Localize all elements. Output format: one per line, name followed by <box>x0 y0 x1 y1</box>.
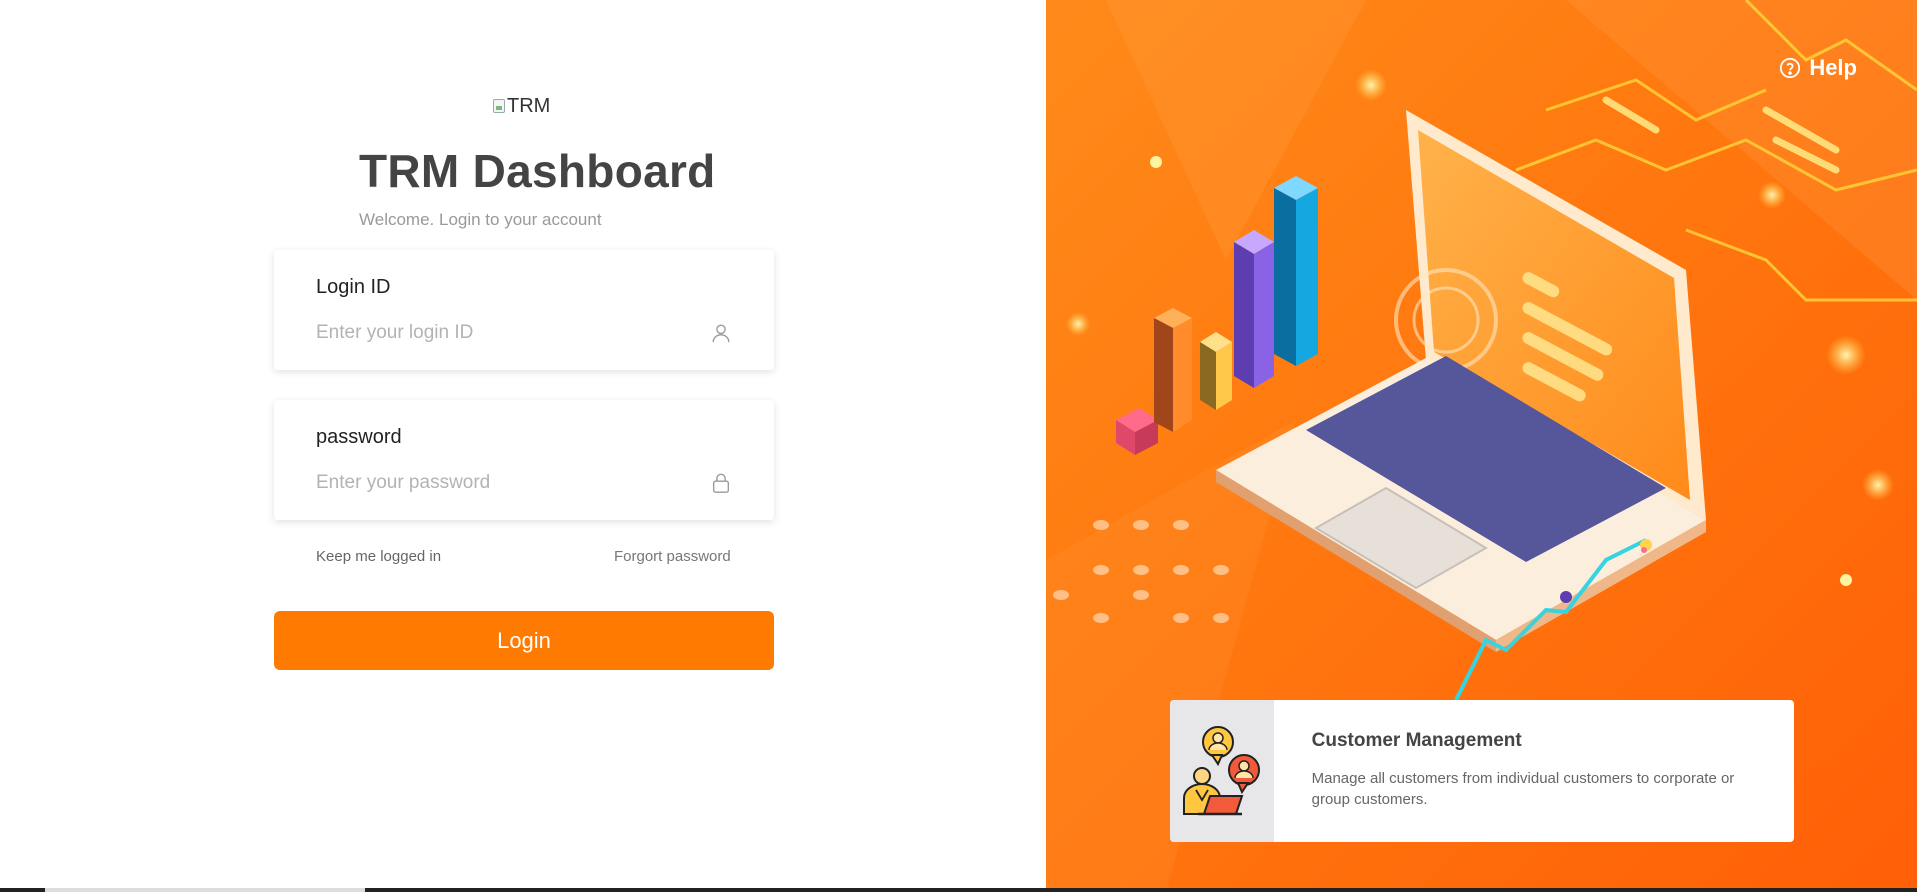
login-button[interactable]: Login <box>274 611 774 670</box>
login-panel: TRM TRM Dashboard Welcome. Login to your… <box>0 0 1046 892</box>
page-title: TRM Dashboard <box>359 145 716 197</box>
login-id-card: Login ID <box>274 250 774 370</box>
forgot-password-link[interactable]: Forgort password <box>614 548 731 565</box>
feature-icon-box <box>1170 700 1274 842</box>
scrollbar-thumb[interactable] <box>45 888 365 892</box>
horizontal-scrollbar[interactable] <box>0 888 1917 892</box>
feature-text: Customer Management Manage all customers… <box>1274 700 1794 842</box>
feature-card: Customer Management Manage all customers… <box>1170 700 1794 842</box>
feature-description: Manage all customers from individual cus… <box>1311 770 1735 808</box>
illustration-panel: Help Customer Management Manage all cust… <box>1046 0 1917 892</box>
help-circle-icon <box>1780 57 1801 79</box>
feature-title: Customer Management <box>1311 730 1522 751</box>
brand-logo: TRM <box>493 93 557 119</box>
customers-icon <box>1182 726 1260 816</box>
login-id-input[interactable] <box>316 318 696 348</box>
password-card: password <box>274 400 774 520</box>
user-icon <box>712 324 730 343</box>
help-label: Help <box>1809 55 1857 80</box>
password-label: password <box>316 426 402 448</box>
lock-icon <box>712 473 730 493</box>
page-subtitle: Welcome. Login to your account <box>359 210 602 229</box>
password-input[interactable] <box>316 468 696 498</box>
keep-logged-in-toggle[interactable]: Keep me logged in <box>316 548 441 565</box>
broken-image-icon <box>493 99 505 113</box>
login-id-label: Login ID <box>316 276 391 298</box>
help-button[interactable]: Help <box>1779 55 1857 81</box>
brand-logo-alt-text: TRM <box>507 94 551 117</box>
